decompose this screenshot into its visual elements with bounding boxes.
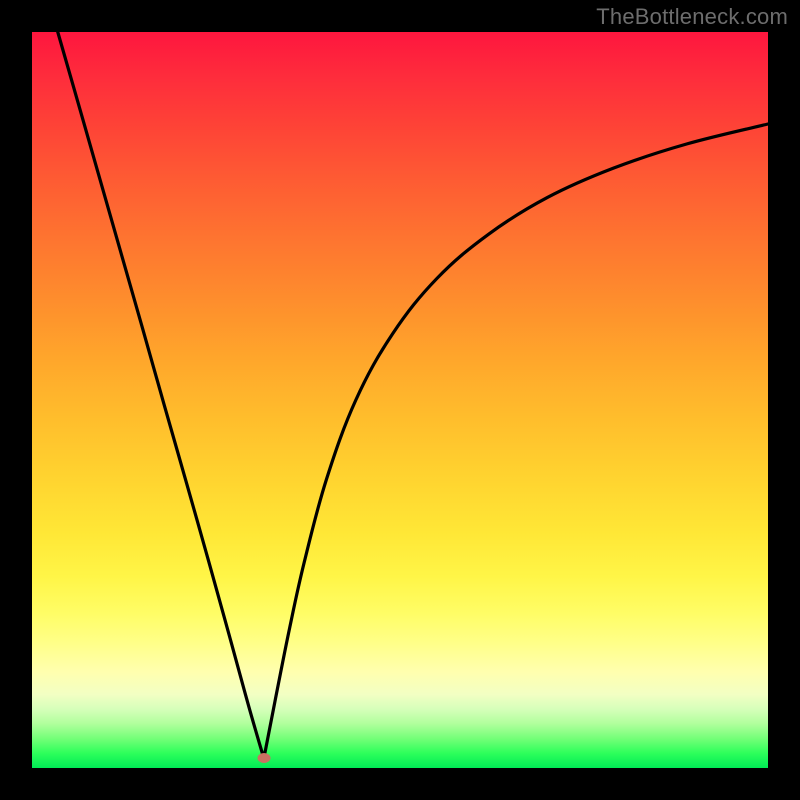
chart-frame: TheBottleneck.com bbox=[0, 0, 800, 800]
minimum-marker bbox=[257, 753, 270, 763]
plot-area bbox=[32, 32, 768, 768]
curve-right-branch bbox=[264, 124, 768, 758]
bottleneck-curve bbox=[32, 32, 768, 768]
watermark-text: TheBottleneck.com bbox=[596, 4, 788, 30]
curve-left-branch bbox=[58, 32, 264, 758]
